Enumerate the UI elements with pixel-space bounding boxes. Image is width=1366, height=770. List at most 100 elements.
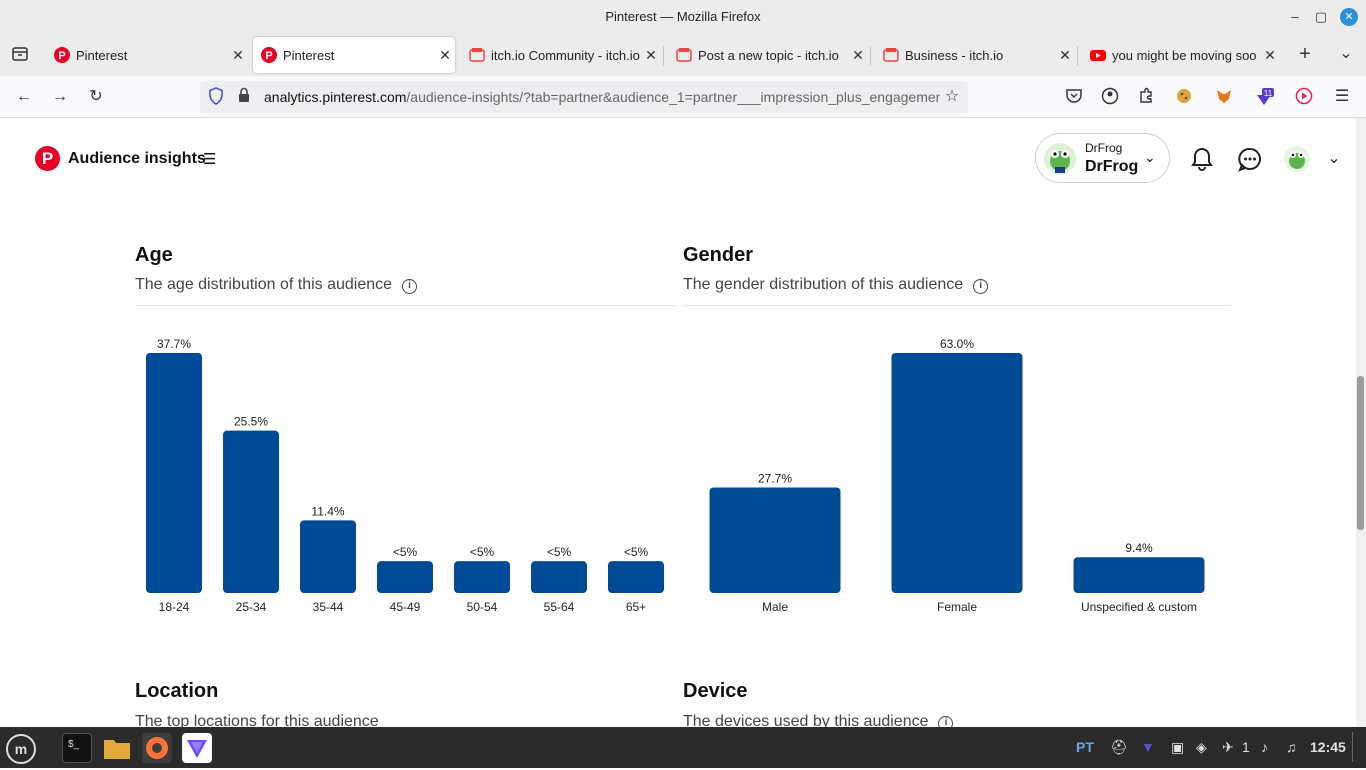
media-play-icon[interactable] <box>1294 87 1314 107</box>
menu-icon[interactable]: ☰ <box>1332 87 1352 107</box>
notification-bell-icon[interactable] <box>1189 146 1215 172</box>
tab-separator <box>1077 46 1078 66</box>
age-bar-45-49[interactable] <box>377 561 433 593</box>
close-tab-icon[interactable]: ✕ <box>228 47 248 64</box>
tab-pinterest-1[interactable]: P Pinterest ✕ <box>46 37 248 73</box>
age-bar-65-[interactable] <box>608 561 664 593</box>
hamburger-menu-icon[interactable]: ☰ <box>203 150 216 168</box>
notifications-icon[interactable]: ✈ <box>1222 739 1234 756</box>
network-users-icon[interactable]: ⛑ <box>1110 739 1128 756</box>
cookie-extension-icon[interactable] <box>1174 87 1194 107</box>
files-folder-icon[interactable] <box>102 733 132 763</box>
maximize-button[interactable]: ▢ <box>1312 8 1330 26</box>
close-tab-icon[interactable]: ✕ <box>641 47 661 64</box>
tab-label: Pinterest <box>283 47 335 63</box>
reload-button[interactable]: ↻ <box>86 87 106 107</box>
svg-text:P: P <box>265 50 272 62</box>
vpn-status-icon[interactable]: ▼ <box>1141 739 1155 755</box>
forward-button[interactable]: → <box>50 87 70 107</box>
tab-label: itch.io Community - itch.io <box>491 47 640 63</box>
frog-avatar-icon <box>1044 143 1076 175</box>
age-bar-25-34[interactable] <box>223 430 279 593</box>
age-tick-label: 45-49 <box>390 600 421 614</box>
age-data-label: 11.4% <box>311 504 344 518</box>
chevron-down-icon: ⌄ <box>1144 149 1156 165</box>
url-path: /audience-insights/?tab=partner&audience… <box>406 89 940 105</box>
close-tab-icon[interactable]: ✕ <box>1055 47 1075 64</box>
age-bar-18-24[interactable] <box>146 353 202 593</box>
gender-bar-female[interactable] <box>891 353 1023 593</box>
gender-bar-male[interactable] <box>709 487 841 593</box>
sound-icon[interactable]: ♫ <box>1286 739 1297 755</box>
info-icon[interactable]: i <box>973 279 989 294</box>
close-tab-icon[interactable]: ✕ <box>1260 47 1280 64</box>
close-tab-icon[interactable]: ✕ <box>435 47 455 64</box>
keyboard-layout-indicator[interactable]: PT <box>1076 739 1094 755</box>
new-tab-button[interactable]: + <box>1295 44 1315 64</box>
info-icon[interactable]: i <box>938 716 954 727</box>
mint-menu-icon[interactable]: m <box>5 733 36 764</box>
chevron-down-icon[interactable]: ⌄ <box>1321 146 1347 172</box>
device-subtitle: The devices used by this audience i <box>683 713 954 727</box>
show-desktop-button[interactable] <box>1352 732 1362 762</box>
address-bar[interactable]: analytics.pinterest.com/audience-insight… <box>200 81 968 113</box>
age-bar-35-44[interactable] <box>300 520 356 593</box>
shield-icon[interactable] <box>206 87 226 107</box>
youtube-icon <box>1090 47 1106 63</box>
location-title: Location <box>135 680 219 702</box>
age-bar-chart: 37.7% 18-24 25.5% 25-34 11.4% 35-44 <5% 45-49 <5… <box>146 337 664 614</box>
gender-data-label: 27.7% <box>758 471 792 485</box>
location-subtitle: The top locations for this audience <box>135 713 379 727</box>
itchio-icon <box>883 47 899 63</box>
tab-itchio-community[interactable]: itch.io Community - itch.io ✕ <box>461 37 661 73</box>
back-button[interactable]: ← <box>14 87 34 107</box>
tab-separator <box>663 46 664 66</box>
tab-label: you might be moving soo <box>1112 47 1257 63</box>
window-title: Pinterest — Mozilla Firefox <box>605 9 761 24</box>
gender-bar-unspecified-custom[interactable] <box>1073 557 1205 593</box>
tab-itchio-business[interactable]: Business - itch.io ✕ <box>875 37 1075 73</box>
age-subtitle-text: The age distribution of this audience <box>135 276 393 293</box>
bookmark-star-icon[interactable]: ☆ <box>942 87 962 107</box>
minimize-button[interactable]: – <box>1286 8 1304 26</box>
chevron-down-icon[interactable]: ⌄ <box>1336 44 1356 64</box>
close-tab-icon[interactable]: ✕ <box>848 47 868 64</box>
device-title: Device <box>683 680 748 702</box>
extension-badge-count: 11 <box>1264 89 1273 98</box>
pocket-icon[interactable] <box>1064 87 1084 107</box>
lock-icon[interactable] <box>234 87 254 107</box>
account-name: DrFrog <box>1085 158 1139 175</box>
clock[interactable]: 12:45 <box>1310 739 1346 755</box>
age-bar-55-64[interactable] <box>531 561 587 593</box>
tab-itchio-post[interactable]: Post a new topic - itch.io ✕ <box>668 37 868 73</box>
tab-youtube[interactable]: you might be moving soo ✕ <box>1082 37 1280 73</box>
tab-separator <box>870 46 871 66</box>
age-data-label: <5% <box>470 545 495 559</box>
proton-vpn-icon[interactable] <box>182 733 212 763</box>
clipboard-icon[interactable]: ▣ <box>1171 739 1184 756</box>
metamask-fox-icon[interactable] <box>1214 87 1234 107</box>
tab-pinterest-2[interactable]: P Pinterest ✕ <box>253 37 455 73</box>
shield-tray-icon[interactable]: ◈ <box>1196 739 1207 756</box>
info-icon[interactable]: i <box>402 279 418 294</box>
age-tick-label: 55-64 <box>544 600 575 614</box>
page-title: Audience insights <box>68 150 206 167</box>
window-titlebar: Pinterest — Mozilla Firefox – ▢ ✕ <box>0 0 1366 34</box>
firefox-icon[interactable] <box>142 733 172 763</box>
url-text: analytics.pinterest.com/audience-insight… <box>264 89 940 105</box>
extensions-icon[interactable] <box>1136 87 1156 107</box>
account-switcher[interactable]: DrFrog DrFrog ⌄ <box>1035 133 1170 183</box>
close-window-button[interactable]: ✕ <box>1340 8 1358 26</box>
tab-list-icon[interactable] <box>10 45 30 65</box>
download-extension-icon[interactable]: 11 <box>1254 87 1274 107</box>
age-bar-50-54[interactable] <box>454 561 510 593</box>
age-data-label: <5% <box>393 545 418 559</box>
profile-avatar[interactable] <box>1284 146 1310 172</box>
terminal-icon[interactable]: $_ <box>62 733 92 763</box>
scrollbar-thumb[interactable] <box>1357 376 1364 530</box>
account-icon[interactable] <box>1100 87 1120 107</box>
gender-data-label: 9.4% <box>1125 541 1153 555</box>
messages-icon[interactable] <box>1237 146 1263 172</box>
pinterest-logo[interactable]: P <box>35 146 60 171</box>
bell-tray-icon[interactable]: ♪ <box>1261 739 1268 755</box>
